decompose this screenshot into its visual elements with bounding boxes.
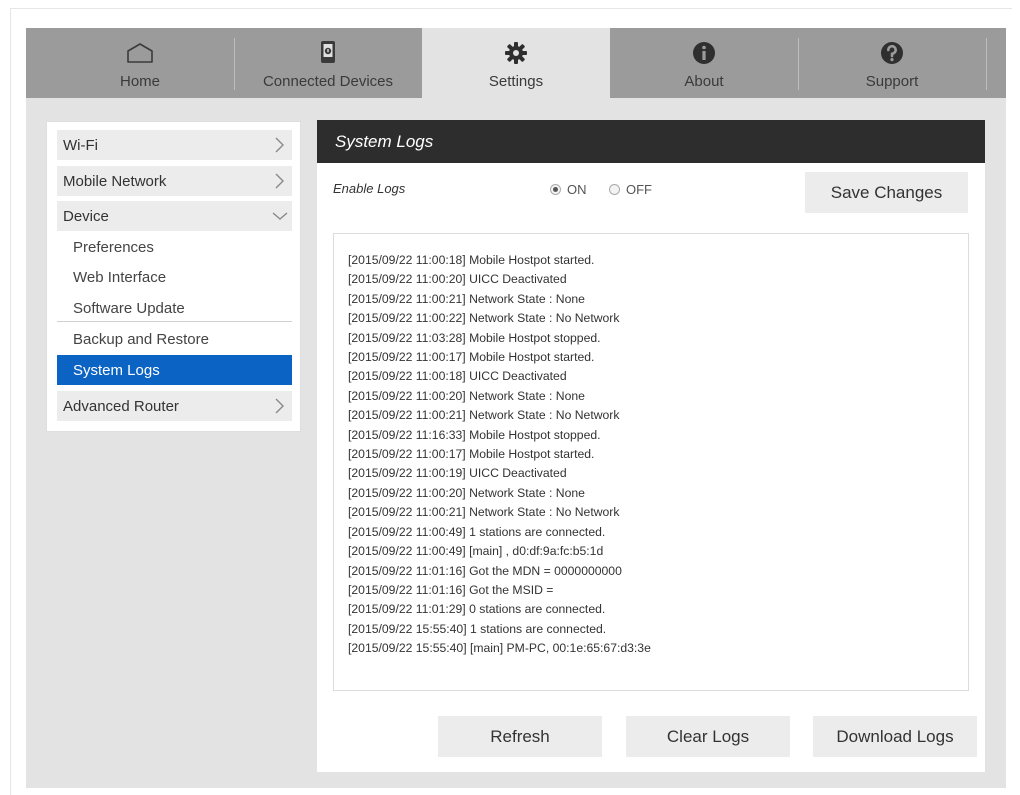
log-line: [2015/09/22 11:01:29] 0 stations are con…	[348, 602, 606, 617]
tab-home[interactable]: Home	[46, 28, 234, 98]
log-line: [2015/09/22 11:00:19] UICC Deactivated	[348, 466, 567, 481]
radio-selected-icon	[550, 183, 561, 195]
tab-divider	[986, 38, 987, 90]
log-line: [2015/09/22 11:01:16] Got the MDN = 0000…	[348, 563, 622, 578]
tab-settings[interactable]: Settings	[422, 28, 610, 98]
sidebar-item-mobile-network[interactable]: Mobile Network	[57, 166, 292, 196]
log-line: [2015/09/22 11:00:21] Network State : No…	[348, 505, 620, 520]
clear-logs-button-label: Clear Logs	[666, 727, 750, 746]
chevron-right-icon	[275, 173, 284, 189]
log-line: [2015/09/22 11:00:20] Network State : No…	[348, 485, 585, 500]
sidebar-item-label: Backup and Restore	[73, 331, 209, 348]
home-icon	[46, 40, 234, 66]
chevron-right-icon	[275, 398, 284, 414]
frame-border-left	[10, 8, 11, 795]
sidebar-item-label: Software Update	[73, 300, 185, 317]
router-admin-app: Home Connected Devices Settings About Su…	[26, 28, 1006, 788]
system-logs-panel: System Logs Enable Logs ON OFF Save Chan…	[317, 120, 985, 772]
gear-icon	[422, 40, 610, 66]
chevron-right-icon	[275, 137, 284, 153]
frame-border-top	[10, 8, 1012, 9]
sidebar-item-label: Device	[63, 208, 109, 225]
info-icon	[610, 40, 798, 66]
help-icon	[798, 40, 986, 66]
radio-off-label: OFF	[626, 181, 652, 197]
save-changes-button-label: Save Changes	[830, 183, 943, 202]
log-output[interactable]: [2015/09/22 11:00:18] Mobile Hostpot sta…	[333, 233, 969, 691]
download-logs-button[interactable]: Download Logs	[813, 716, 977, 757]
tab-about-label: About	[684, 73, 724, 90]
log-line: [2015/09/22 11:00:49] [main] , d0:df:9a:…	[348, 544, 604, 559]
tab-support-label: Support	[865, 73, 919, 90]
log-line: [2015/09/22 11:00:21] Network State : No…	[348, 408, 620, 423]
download-logs-button-label: Download Logs	[836, 727, 954, 746]
tab-support[interactable]: Support	[798, 28, 986, 98]
top-navigation: Home Connected Devices Settings About Su…	[26, 28, 1006, 98]
sidebar-item-label: Preferences	[73, 239, 154, 256]
sidebar-item-device[interactable]: Device	[57, 201, 292, 231]
sidebar-item-label: Web Interface	[73, 269, 167, 286]
logs-off-radio[interactable]: OFF	[609, 181, 652, 197]
sidebar-item-label: Mobile Network	[63, 173, 167, 190]
log-line: [2015/09/22 11:16:33] Mobile Hostpot sto…	[348, 427, 601, 442]
sidebar-item-system-logs[interactable]: System Logs	[57, 355, 292, 385]
log-line: [2015/09/22 11:00:17] Mobile Hostpot sta…	[348, 447, 595, 462]
sidebar-item-label: Wi-Fi	[63, 137, 98, 154]
log-line: [2015/09/22 11:00:18] Mobile Hostpot sta…	[348, 253, 595, 267]
clear-logs-button[interactable]: Clear Logs	[626, 716, 790, 757]
tab-connected-devices[interactable]: Connected Devices	[234, 28, 422, 98]
log-line: [2015/09/22 15:55:40] [main] PM-PC, 00:1…	[348, 641, 651, 656]
radio-on-label: ON	[567, 181, 587, 197]
radio-unselected-icon	[609, 183, 620, 195]
sidebar-item-wifi[interactable]: Wi-Fi	[57, 130, 292, 160]
sidebar-item-software-update[interactable]: Software Update	[57, 293, 292, 323]
sidebar-item-backup-restore[interactable]: Backup and Restore	[57, 324, 292, 354]
log-line: [2015/09/22 11:00:21] Network State : No…	[348, 291, 585, 306]
log-line: [2015/09/22 11:01:16] Got the MSID =	[348, 582, 554, 597]
sidebar-item-web-interface[interactable]: Web Interface	[57, 262, 292, 292]
connected-devices-icon	[234, 40, 422, 66]
log-line: [2015/09/22 15:55:40] 1 stations are con…	[348, 621, 607, 636]
tab-connected-devices-label: Connected Devices	[262, 73, 394, 90]
log-lines: [2015/09/22 11:00:18] Mobile Hostpot sta…	[348, 251, 651, 659]
tab-settings-label: Settings	[488, 73, 544, 90]
logs-on-radio[interactable]: ON	[550, 181, 587, 197]
chevron-down-icon	[272, 212, 288, 220]
sidebar-item-preferences[interactable]: Preferences	[57, 232, 292, 262]
sidebar-item-label: Advanced Router	[63, 398, 179, 415]
tab-home-label: Home	[119, 73, 160, 90]
sidebar-item-label: System Logs	[73, 362, 160, 379]
log-line: [2015/09/22 11:00:17] Mobile Hostpot sta…	[348, 350, 595, 365]
sidebar-item-advanced-router[interactable]: Advanced Router	[57, 391, 292, 421]
save-changes-button[interactable]: Save Changes	[805, 172, 968, 213]
panel-header: System Logs	[317, 120, 985, 163]
enable-logs-label: Enable Logs	[333, 181, 406, 196]
log-line: [2015/09/22 11:00:18] UICC Deactivated	[348, 369, 567, 384]
log-line: [2015/09/22 11:00:22] Network State : No…	[348, 311, 620, 326]
page-title: System Logs	[335, 132, 434, 151]
refresh-button[interactable]: Refresh	[438, 716, 602, 757]
log-line: [2015/09/22 11:00:49] 1 stations are con…	[348, 524, 606, 539]
settings-sidebar: Wi-Fi Mobile Network Device Preferences …	[46, 121, 301, 432]
log-line: [2015/09/22 11:03:28] Mobile Hostpot sto…	[348, 330, 601, 345]
refresh-button-label: Refresh	[490, 727, 550, 746]
tab-about[interactable]: About	[610, 28, 798, 98]
log-line: [2015/09/22 11:00:20] Network State : No…	[348, 388, 585, 403]
log-line: [2015/09/22 11:00:20] UICC Deactivated	[348, 272, 567, 287]
